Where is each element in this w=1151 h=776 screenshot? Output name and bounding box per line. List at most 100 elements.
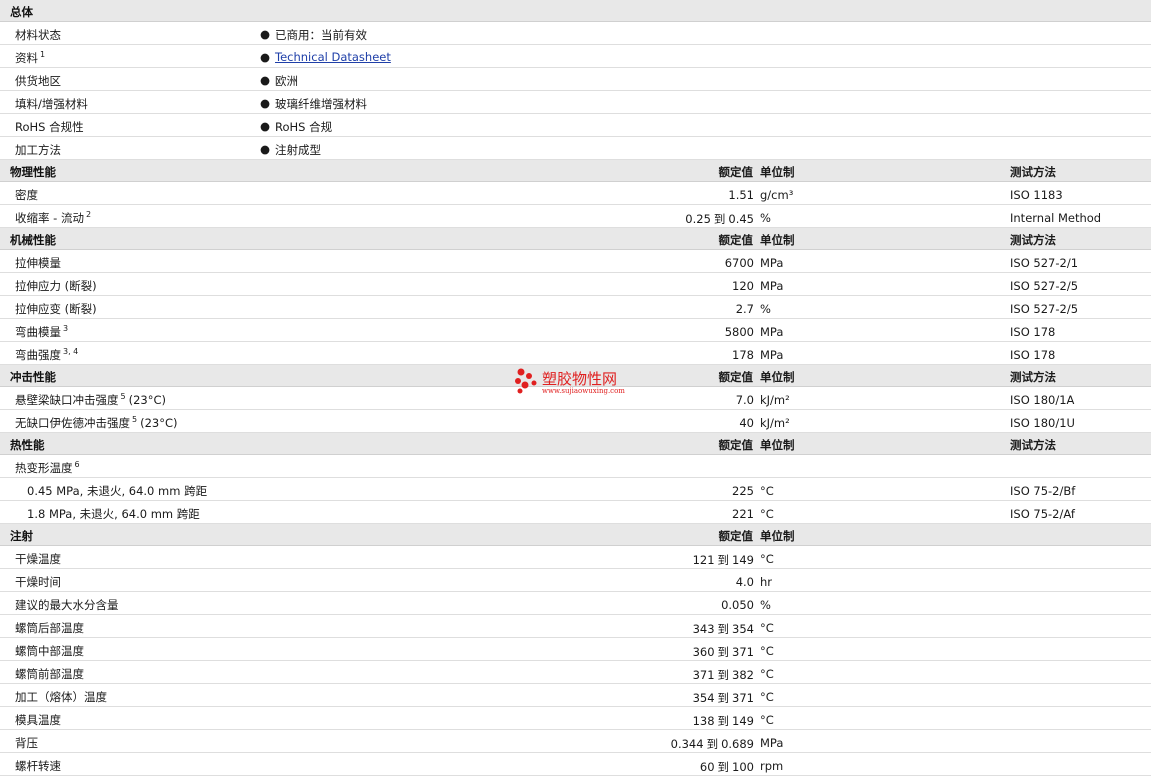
section-header: 物理性能 额定值 单位制 测试方法 [0, 160, 1151, 182]
property-label-text: 螺筒后部温度 [15, 621, 84, 635]
property-label: 热变形温度 6 [15, 460, 80, 476]
bullet-icon: ● [260, 50, 271, 64]
property-label-text: 加工方法 [15, 143, 61, 157]
column-header-unit: 单位制 [760, 233, 795, 247]
property-unit: °C [760, 552, 774, 566]
table-row: 背压 0.344 到 0.689 MPa [0, 730, 1151, 753]
property-label: 弯曲模量 3 [15, 324, 68, 340]
property-value: 360 到 371 [693, 644, 754, 660]
general-value: 已商用：当前有效 [275, 28, 367, 42]
property-label-text: 干燥温度 [15, 552, 61, 566]
watermark-url: www.sujiaowuxing.com [542, 387, 625, 395]
test-method: ISO 527-2/1 [1010, 256, 1079, 270]
property-value: 371 到 382 [693, 667, 754, 683]
property-label: 资料 1 [15, 50, 45, 66]
property-value: 225 [732, 484, 754, 498]
footnote-ref[interactable]: 3, 4 [63, 347, 78, 356]
property-unit: hr [760, 575, 773, 589]
property-unit: MPa [760, 256, 784, 270]
bullet-icon: ● [260, 119, 271, 133]
property-label-text: 热变形温度 [15, 461, 73, 475]
value-max: 149 [732, 714, 754, 728]
test-method: ISO 527-2/5 [1010, 302, 1079, 316]
bullet-icon: ● [260, 27, 271, 41]
property-label-text: 弯曲模量 [15, 325, 61, 339]
value-min: 225 [732, 484, 754, 498]
property-label: 拉伸应力 (断裂) [15, 278, 97, 294]
value-min: 60 [699, 760, 715, 774]
column-header-unit: 单位制 [760, 438, 795, 452]
property-label-text: 材料状态 [15, 28, 61, 42]
range-word: 到 [717, 714, 730, 728]
property-label-text: 背压 [15, 736, 38, 750]
column-header-value: 额定值 [718, 165, 754, 179]
table-row: 密度 1.51 g/cm³ ISO 1183 [0, 182, 1151, 205]
table-row: 资料 1 ● Technical Datasheet [0, 45, 1151, 68]
property-unit: % [760, 302, 771, 316]
property-label: 0.45 MPa, 未退火, 64.0 mm 跨距 [27, 483, 207, 499]
property-label: 供货地区 [15, 73, 61, 89]
section-header: 机械性能 额定值 单位制 测试方法 [0, 228, 1151, 250]
general-value: RoHS 合规 [275, 120, 333, 134]
bullet-icon: ● [260, 73, 271, 87]
column-header-method: 测试方法 [1010, 370, 1056, 384]
watermark-logo: 塑胶物性网 www.sujiaowuxing.com [512, 366, 652, 400]
table-row: 螺筒前部温度 371 到 382 °C [0, 661, 1151, 684]
table-row: 加工方法 ● 注射成型 [0, 137, 1151, 160]
bullet-icon: ● [260, 96, 271, 110]
property-label: 无缺口伊佐德冲击强度 5 (23°C) [15, 415, 177, 431]
column-header-value: 额定值 [718, 438, 754, 452]
value-max: 149 [732, 553, 754, 567]
range-word: 到 [717, 760, 730, 774]
datasheet-link[interactable]: Technical Datasheet [275, 50, 391, 64]
property-unit: °C [760, 713, 774, 727]
property-value: 120 [732, 279, 754, 293]
property-label-text: 密度 [15, 188, 38, 202]
property-unit: rpm [760, 759, 784, 773]
property-value: 6700 [725, 256, 754, 270]
value-min: 120 [732, 279, 754, 293]
footnote-ref[interactable]: 5 [132, 415, 137, 424]
table-row: RoHS 合规性 ● RoHS 合规 [0, 114, 1151, 137]
property-label: 螺杆转速 [15, 758, 61, 774]
property-label: 加工（熔体）温度 [15, 689, 107, 705]
value-min: 7.0 [735, 393, 754, 407]
value-min: 0.25 [685, 212, 711, 226]
value-min: 354 [692, 691, 715, 705]
column-header-unit: 单位制 [760, 529, 795, 543]
property-value: 0.25 到 0.45 [685, 211, 754, 227]
range-word: 到 [717, 691, 730, 705]
general-value: 玻璃纤维增强材料 [275, 97, 367, 111]
property-label: 悬壁梁缺口冲击强度 5 (23°C) [15, 392, 166, 408]
property-label-text: 拉伸模量 [15, 256, 61, 270]
range-word: 到 [706, 737, 719, 751]
section-title: 冲击性能 [10, 370, 56, 384]
test-method: ISO 527-2/5 [1010, 279, 1079, 293]
property-label: 干燥温度 [15, 551, 61, 567]
value-min: 4.0 [735, 575, 754, 589]
property-unit: °C [760, 690, 774, 704]
property-label-text: 1.8 MPa, 未退火, 64.0 mm 跨距 [27, 507, 200, 521]
value-min: 40 [739, 416, 754, 430]
table-row: 弯曲模量 3 5800 MPa ISO 178 [0, 319, 1151, 342]
footnote-ref[interactable]: 6 [75, 460, 80, 469]
footnote-ref[interactable]: 2 [86, 210, 91, 219]
test-method: ISO 75-2/Af [1010, 507, 1075, 521]
table-row: 拉伸模量 6700 MPa ISO 527-2/1 [0, 250, 1151, 273]
property-unit: kJ/m² [760, 393, 790, 407]
table-row: 拉伸应变 (断裂) 2.7% ISO 527-2/5 [0, 296, 1151, 319]
value-min: 178 [732, 348, 754, 362]
bullet-icon: ● [260, 142, 271, 156]
value-max: 371 [732, 645, 754, 659]
footnote-ref[interactable]: 1 [40, 50, 45, 59]
property-unit: °C [760, 644, 774, 658]
footnote-ref[interactable]: 3 [63, 324, 68, 333]
table-row: 1.8 MPa, 未退火, 64.0 mm 跨距 221 °C ISO 75-2/Af [0, 501, 1151, 524]
property-value: 4.0 [736, 575, 754, 589]
property-label-text: 螺筒中部温度 [15, 644, 84, 658]
property-label-text: 悬壁梁缺口冲击强度 [15, 393, 119, 407]
property-label: 材料状态 [15, 27, 61, 43]
property-label-text: 0.45 MPa, 未退火, 64.0 mm 跨距 [27, 484, 208, 498]
property-label-text: 供货地区 [15, 74, 61, 88]
footnote-ref[interactable]: 5 [121, 392, 126, 401]
